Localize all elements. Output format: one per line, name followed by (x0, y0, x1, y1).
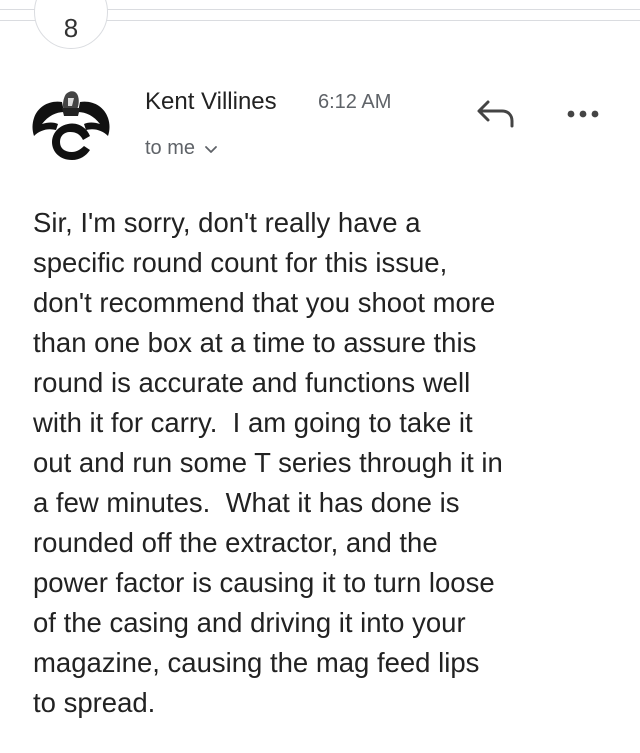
sender-logo-icon (32, 91, 110, 160)
body-line: of the casing and driving it into your (33, 607, 466, 638)
collapsed-count: 8 (63, 12, 79, 43)
body-line: out and run some T series through it in (33, 447, 503, 478)
recipient-details-toggle[interactable]: to me (145, 137, 218, 160)
more-horizontal-icon (567, 110, 599, 118)
sender-name[interactable]: Kent Villines (145, 88, 277, 116)
chevron-down-icon (205, 145, 217, 153)
collapsed-messages-badge[interactable]: 8 (34, 0, 108, 49)
body-line: than one box at a time to assure this (33, 327, 477, 358)
body-line: don't recommend that you shoot more (33, 287, 496, 318)
body-line: to spread. (33, 687, 156, 718)
message-time: 6:12 AM (318, 91, 392, 113)
body-line: a few minutes. What it has done is (33, 487, 460, 518)
email-thread-view: 8 Kent Villines 6:12 AM to me Sir, I'm s… (0, 0, 640, 753)
body-line: magazine, causing the mag feed lips (33, 647, 480, 678)
body-line: rounded off the extractor, and the (33, 527, 438, 558)
reply-arrow-icon (477, 100, 514, 128)
body-line: power factor is causing it to turn loose (33, 567, 495, 598)
recipient-label: to me (145, 137, 196, 159)
reply-button[interactable] (474, 96, 518, 132)
body-line: with it for carry. I am going to take it (33, 407, 473, 438)
sender-avatar[interactable] (28, 86, 114, 166)
body-line: round is accurate and functions well (33, 367, 471, 398)
body-line: Sir, I'm sorry, don't really have a (33, 207, 421, 238)
message-body: Sir, I'm sorry, don't really have a spec… (33, 203, 623, 723)
body-line: specific round count for this issue, (33, 247, 448, 278)
more-options-button[interactable] (563, 104, 603, 124)
